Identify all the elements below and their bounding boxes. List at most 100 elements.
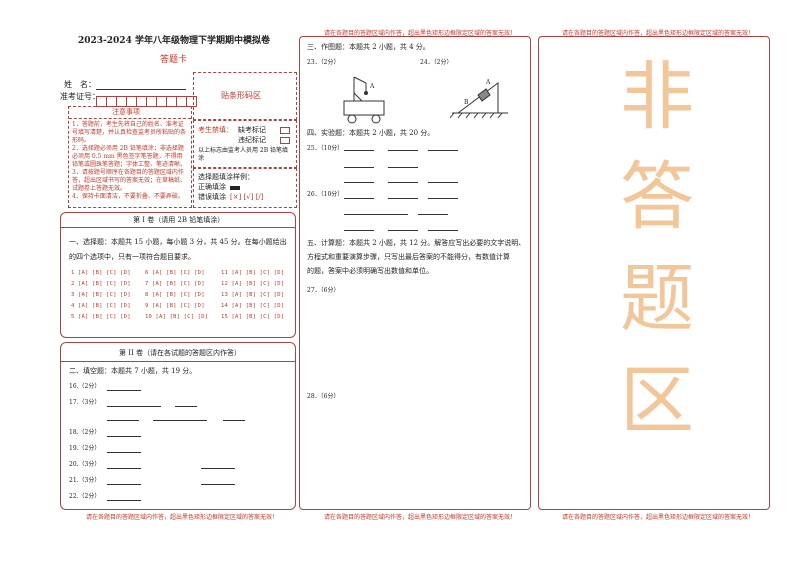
no-answer-char: 题 (620, 256, 694, 342)
answer-options[interactable]: [A] [B] [C] [D] (232, 281, 285, 287)
answer-options[interactable]: [A] [B] [C] [D] (78, 303, 131, 309)
answer-row[interactable]: 6 [A] [B] [C] [D] (145, 268, 208, 279)
answer-options[interactable]: [A] [B] [C] [D] (152, 292, 205, 298)
part1-divider (61, 227, 295, 228)
question-number: 12 (221, 281, 229, 287)
part1-instruction: 一、选择题：本题共 15 小题，每小题 3 分，共 45 分。在每小题给出 的四… (69, 238, 291, 262)
answer-options[interactable]: [A] [B] [C] [D] (78, 314, 131, 320)
answer-options[interactable]: [A] [B] [C] [D] (78, 281, 131, 287)
question-number: 18. (69, 429, 79, 436)
q25-line[interactable] (344, 167, 374, 168)
answer-row[interactable]: 9 [A] [B] [C] [D] (145, 301, 208, 312)
q17-row: 17.（3分） (69, 399, 100, 407)
q18-answer-line[interactable] (107, 436, 141, 437)
section5-title: 五、计算题：本题共 2 小题，共 12 分。解答应写出必要的文字说明、 方程式和… (307, 239, 529, 276)
q25-label: 25．（10分） (307, 145, 344, 152)
q25-line[interactable] (344, 150, 374, 151)
q21-answer-line-1[interactable] (107, 484, 141, 485)
question-points: （2分） (78, 493, 101, 500)
q26-line[interactable] (418, 214, 448, 215)
q26-line[interactable] (388, 198, 418, 199)
q17-answer-line-2[interactable] (175, 406, 197, 407)
answer-column-3[interactable]: 11 [A] [B] [C] [D] 12 [A] [B] [C] [D] 13… (221, 268, 284, 323)
note-item: 4．保持卡面清洁，不要折叠、不要弄破。 (72, 193, 184, 200)
question-number: 6 (145, 270, 149, 276)
answer-options[interactable]: [A] [B] [C] [D] (156, 314, 209, 320)
q25-line[interactable] (428, 150, 458, 151)
question-number: 1 (71, 270, 75, 276)
answer-row[interactable]: 5 [A] [B] [C] [D] (71, 312, 131, 323)
q25-line[interactable] (388, 150, 418, 151)
answer-row[interactable]: 13 [A] [B] [C] [D] (221, 290, 284, 301)
part2-title: 第 II 卷（请在各试题的答题区内作答） (119, 349, 241, 357)
answer-column-2[interactable]: 6 [A] [B] [C] [D] 7 [A] [B] [C] [D] 8 [A… (145, 268, 208, 323)
fill-wrong-marks: [×] [√] [/] (230, 193, 264, 201)
answer-options[interactable]: [A] [B] [C] [D] (232, 270, 285, 276)
answer-row[interactable]: 4 [A] [B] [C] [D] (71, 301, 131, 312)
q17-answer-line-3[interactable] (107, 420, 139, 421)
left-bottom-notice: 请在各题目的答题区域内作答，超出黑色矩形边框限定区域的答案无效！ (86, 514, 279, 521)
answer-options[interactable]: [A] [B] [C] [D] (152, 270, 205, 276)
q20-answer-line-2[interactable] (201, 468, 235, 469)
q17-answer-line-5[interactable] (223, 420, 245, 421)
answer-column-1[interactable]: 1 [A] [B] [C] [D] 2 [A] [B] [C] [D] 3 [A… (71, 268, 131, 323)
q26-label: 26．（10分） (307, 191, 344, 198)
note-item: 3．请按题号顺序在各题目的答题区域内作答，超出区域书写的答案无效；在草稿纸、试题… (72, 169, 187, 192)
answer-row[interactable]: 10 [A] [B] [C] [D] (145, 312, 208, 323)
answer-row[interactable]: 3 [A] [B] [C] [D] (71, 290, 131, 301)
answer-options[interactable]: [A] [B] [C] [D] (232, 303, 285, 309)
answer-row[interactable]: 15 [A] [B] [C] [D] (221, 312, 284, 323)
question-number: 21. (69, 477, 79, 484)
absent-checkbox[interactable] (280, 127, 290, 134)
q26-line[interactable] (344, 230, 374, 231)
q17-answer-line-4[interactable] (153, 420, 207, 421)
q26-line[interactable] (388, 230, 418, 231)
q26-line[interactable] (428, 230, 458, 231)
answer-row[interactable]: 14 [A] [B] [C] [D] (221, 301, 284, 312)
part1-instruction-line2: 的四个选项中，只有一项符合题目要求。 (69, 253, 195, 261)
q22-answer-line[interactable] (107, 500, 141, 501)
answer-options[interactable]: [A] [B] [C] [D] (152, 303, 205, 309)
q19-answer-line[interactable] (107, 452, 141, 453)
section5-line1: 五、计算题：本题共 2 小题，共 12 分。解答应写出必要的文字说明、 (307, 239, 526, 247)
question-points: （3分） (78, 399, 101, 406)
q25-line[interactable] (344, 182, 374, 183)
q21-row: 21.（3分） (69, 477, 100, 485)
answer-options[interactable]: [A] [B] [C] [D] (232, 292, 285, 298)
q26-line[interactable] (344, 198, 374, 199)
q22-row: 22.（2分） (69, 493, 100, 501)
q25-line[interactable] (388, 167, 418, 168)
notes-list: 1．答题前，考生先将自己的姓名、准考证号填写清楚，并认真检查监考员所粘贴的条形码… (72, 121, 188, 201)
answer-row[interactable]: 1 [A] [B] [C] [D] (71, 268, 131, 279)
right-bottom-notice: 请在各题目的答题区域内作答，超出黑色矩形边框限定区域的答案无效！ (562, 514, 755, 521)
barcode-label: 贴条形码区 (221, 91, 261, 100)
answer-row[interactable]: 12 [A] [B] [C] [D] (221, 279, 284, 290)
q17-answer-line-1[interactable] (107, 406, 161, 407)
answer-options[interactable]: [A] [B] [C] [D] (232, 314, 285, 320)
answer-options[interactable]: [A] [B] [C] [D] (78, 270, 131, 276)
answer-row[interactable]: 2 [A] [B] [C] [D] (71, 279, 131, 290)
q27-answer-area[interactable] (307, 299, 523, 389)
q25-line[interactable] (388, 182, 418, 183)
section5-line3: 的题，答案中必须明确写出数值和单位。 (307, 267, 433, 275)
q20-row: 20.（3分） (69, 461, 100, 469)
q21-answer-line-2[interactable] (201, 484, 235, 485)
q20-answer-line-1[interactable] (107, 468, 141, 469)
question-number: 7 (145, 281, 149, 287)
no-answer-char: 答 (620, 154, 694, 240)
part1-title: 第 I 卷（请用 2B 铅笔填涂） (133, 216, 225, 224)
q16-answer-line[interactable] (107, 390, 141, 391)
q28-answer-area[interactable] (307, 405, 523, 503)
crane-cart-figure (343, 76, 385, 124)
violation-checkbox[interactable] (280, 137, 290, 144)
q25-line[interactable] (428, 182, 458, 183)
answer-options[interactable]: [A] [B] [C] [D] (78, 292, 131, 298)
q28-label: 28．（6分） (307, 393, 340, 400)
q26-line[interactable] (344, 214, 408, 215)
answer-row[interactable]: 11 [A] [B] [C] [D] (221, 268, 284, 279)
fill-sample-title: 选择题填涂样例： (198, 173, 254, 181)
answer-options[interactable]: [A] [B] [C] [D] (152, 281, 205, 287)
answer-row[interactable]: 8 [A] [B] [C] [D] (145, 290, 208, 301)
answer-row[interactable]: 7 [A] [B] [C] [D] (145, 279, 208, 290)
q26-line[interactable] (428, 198, 458, 199)
